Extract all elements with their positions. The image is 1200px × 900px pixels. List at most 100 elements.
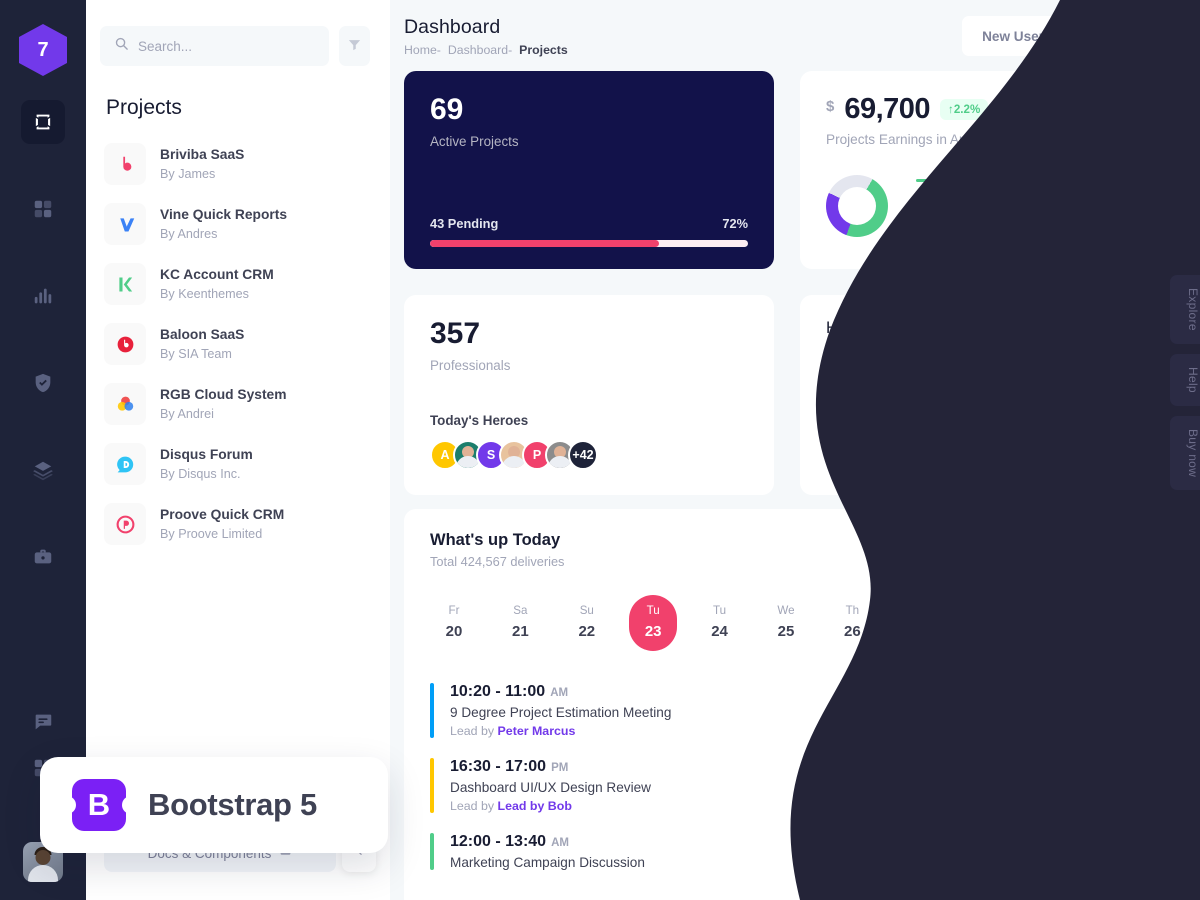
sidebar-item-layers[interactable] bbox=[21, 448, 65, 492]
heroes-avatar-group[interactable]: A S P +42 bbox=[430, 440, 748, 470]
app-root: 7 Search... Projects Briviba SaaS By Jam… bbox=[0, 0, 1200, 900]
day-number: 30 bbox=[1109, 623, 1127, 640]
project-logo-disqus bbox=[104, 443, 146, 485]
day-cell[interactable]: Fri 27 bbox=[895, 595, 943, 651]
day-cell-selected[interactable]: Tu 23 bbox=[629, 595, 678, 651]
project-name: Briviba SaaS bbox=[160, 146, 245, 162]
view-button[interactable]: View bbox=[1079, 693, 1148, 728]
trend-up-icon: ↗ bbox=[1084, 442, 1096, 457]
list-item[interactable]: KC Account CRM By Keenthemes bbox=[104, 254, 372, 314]
day-selector[interactable]: Fr 20 Sa 21 Su 22 Tu 23 Tu 24 We 25 Th 26 Fri 27 Sa 28 Su 2… bbox=[430, 595, 1148, 651]
earnings-headline: $ 69,700 ↑2.2% bbox=[826, 93, 1148, 126]
day-name: Mo bbox=[1109, 604, 1126, 617]
new-goal-button[interactable]: New Goal bbox=[1074, 16, 1174, 56]
day-number: 27 bbox=[910, 623, 928, 640]
day-cell[interactable]: We 25 bbox=[762, 595, 810, 651]
sidebar-item-reports[interactable] bbox=[21, 274, 65, 318]
whats-up-today-card: What's up Today Total 424,567 deliveries… bbox=[404, 509, 1174, 900]
table-row: Avg. Agent Earnings ↗ $2,309 bbox=[826, 427, 1148, 472]
briefcase-icon bbox=[32, 546, 54, 568]
day-cell[interactable]: Th 26 bbox=[828, 595, 876, 651]
chat-icon bbox=[32, 711, 54, 733]
project-name: Disqus Forum bbox=[160, 446, 253, 462]
breadcrumb-dashboard[interactable]: Dashboard- bbox=[448, 43, 512, 57]
edge-tab-explore[interactable]: Explore bbox=[1170, 275, 1200, 344]
day-name: Tu bbox=[713, 604, 727, 617]
day-cell[interactable]: Su 22 bbox=[563, 595, 611, 651]
edge-tab-help[interactable]: Help bbox=[1170, 353, 1200, 406]
day-number: 23 bbox=[644, 623, 662, 640]
day-name: Su bbox=[579, 604, 594, 617]
cube-icon bbox=[32, 111, 54, 133]
search-box[interactable] bbox=[100, 26, 329, 66]
bootstrap-logo-letter: B bbox=[87, 787, 111, 822]
day-cell[interactable]: Su 29 bbox=[1028, 595, 1076, 651]
sidebar-item-work[interactable] bbox=[21, 535, 65, 579]
sidebar-item-security[interactable] bbox=[21, 361, 65, 405]
day-name: Fr bbox=[448, 604, 460, 617]
app-logo[interactable]: 7 bbox=[19, 24, 67, 76]
project-owner: By Andrei bbox=[160, 406, 214, 421]
progress-bar-track bbox=[430, 240, 748, 247]
event-time: 12:00 - 13:40 AM bbox=[450, 833, 569, 850]
events-list: 10:20 - 11:00 AM 9 Degree Project Estimati… bbox=[430, 673, 1148, 880]
event-lead-name[interactable]: Lead by Bob bbox=[498, 799, 572, 813]
highlight-label: Avg. Client Rating bbox=[826, 352, 935, 368]
sidebar-item-projects[interactable] bbox=[21, 100, 65, 144]
day-number: 28 bbox=[976, 623, 994, 640]
page-heading-group: Dashboard Home- Dashboard- Projects bbox=[404, 16, 568, 57]
legend-label: Mivy App bbox=[939, 198, 993, 214]
day-cell[interactable]: Fr 20 bbox=[430, 595, 478, 651]
day-cell[interactable]: Sa 28 bbox=[961, 595, 1009, 651]
day-cell[interactable]: Sa 21 bbox=[496, 595, 544, 651]
highlight-suffix: /10 bbox=[1128, 352, 1148, 368]
project-name: RGB Cloud System bbox=[160, 386, 287, 402]
list-item[interactable]: Proove Quick CRM By Proove Limited bbox=[104, 494, 372, 554]
day-cell[interactable]: Mo 30 bbox=[1094, 595, 1142, 651]
day-name: Th bbox=[845, 604, 860, 617]
list-item[interactable]: RGB Cloud System By Andrei bbox=[104, 374, 372, 434]
project-name: Baloon SaaS bbox=[160, 326, 245, 342]
day-number: 24 bbox=[711, 623, 728, 640]
shield-check-icon bbox=[32, 372, 54, 394]
view-button[interactable]: View bbox=[1079, 768, 1148, 803]
table-row: Avg. Quotes ↙ 730 bbox=[826, 382, 1148, 427]
search-input[interactable] bbox=[138, 38, 315, 54]
breadcrumb: Home- Dashboard- Projects bbox=[404, 43, 568, 57]
project-name: Proove Quick CRM bbox=[160, 506, 285, 522]
list-item[interactable]: Disqus Forum By Disqus Inc. bbox=[104, 434, 372, 494]
projects-list: Briviba SaaS By James Vine Quick Reports… bbox=[86, 120, 390, 554]
earnings-delta-badge: ↑2.2% bbox=[940, 99, 989, 120]
project-name: KC Account CRM bbox=[160, 266, 274, 282]
report-center-button[interactable]: Report Cecnter bbox=[1022, 531, 1148, 567]
project-owner: By Keenthemes bbox=[160, 286, 249, 301]
legend-row: Others $45,257 bbox=[916, 219, 1148, 245]
sidebar-item-dashboards[interactable] bbox=[21, 187, 65, 231]
sidebar-item-messages[interactable] bbox=[21, 700, 65, 744]
trend-up-icon: ↗ bbox=[1088, 352, 1100, 367]
breadcrumb-home[interactable]: Home- bbox=[404, 43, 441, 57]
list-item[interactable]: Vine Quick Reports By Andres bbox=[104, 194, 372, 254]
currency-symbol: $ bbox=[826, 98, 835, 115]
new-user-button[interactable]: New User bbox=[962, 16, 1065, 56]
event-title: Marketing Campaign Discussion bbox=[450, 855, 645, 870]
event-lead: Lead by Peter Marcus bbox=[450, 724, 576, 738]
event-meridiem: AM bbox=[550, 687, 569, 699]
event-meridiem: PM bbox=[551, 762, 569, 774]
event-details: 16:30 - 17:00 PM Dashboard UI/UX Design Re… bbox=[450, 758, 1063, 813]
filter-icon bbox=[347, 37, 362, 55]
day-cell[interactable]: Tu 24 bbox=[696, 595, 744, 651]
bootstrap-promo-badge: B Bootstrap 5 bbox=[40, 757, 388, 853]
day-number: 20 bbox=[445, 623, 463, 640]
list-item[interactable]: Briviba SaaS By James bbox=[104, 134, 372, 194]
event-details: 12:00 - 13:40 AM Marketing Campaign Discus… bbox=[450, 833, 1063, 870]
legend-amount: $45,257 bbox=[1099, 224, 1148, 240]
event-lead-name[interactable]: Peter Marcus bbox=[498, 724, 576, 738]
filter-button[interactable] bbox=[339, 26, 370, 66]
view-button[interactable]: View bbox=[1079, 834, 1148, 869]
avatar-overflow-count[interactable]: +42 bbox=[568, 440, 598, 470]
edge-tab-buy-now[interactable]: Buy now bbox=[1170, 415, 1200, 490]
trend-down-icon: ↙ bbox=[1103, 397, 1115, 412]
list-item[interactable]: Baloon SaaS By SIA Team bbox=[104, 314, 372, 374]
project-owner: By Proove Limited bbox=[160, 526, 263, 541]
